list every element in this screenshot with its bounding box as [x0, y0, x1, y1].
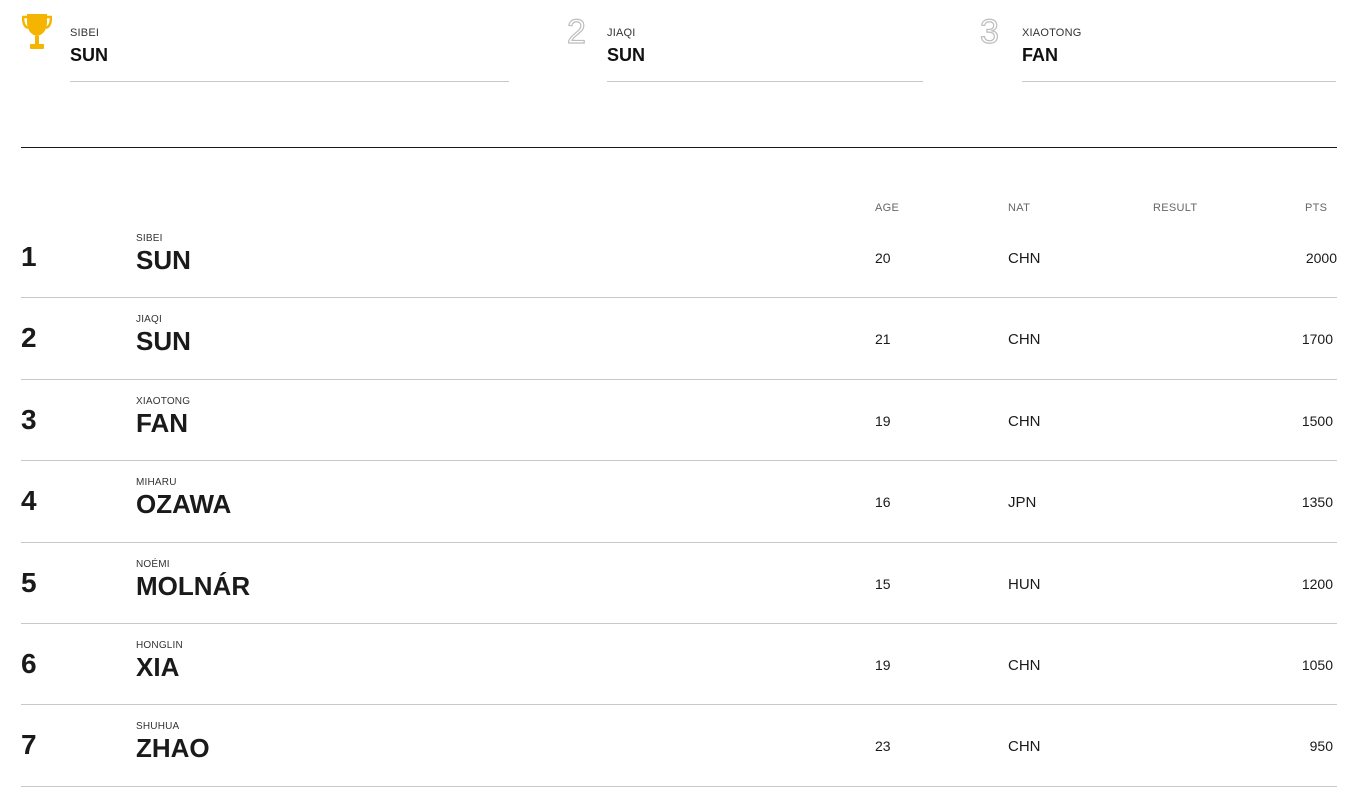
athlete-last-name: SUN	[136, 326, 191, 357]
rank: 1	[21, 241, 37, 272]
athlete-first-name: SHUHUA	[136, 721, 180, 733]
podium-athlete[interactable]: JIAQI SUN	[607, 0, 923, 82]
athlete-last-name: MOLNÁR	[136, 570, 251, 601]
podium-athlete[interactable]: SIBEI SUN	[70, 0, 509, 82]
rank: 4	[21, 485, 37, 517]
athlete-first-name: XIAOTONG	[136, 395, 191, 407]
athlete-first-name: JIAQI	[136, 314, 163, 326]
trophy-icon	[21, 12, 53, 57]
athlete-nationality: HUN	[1008, 575, 1041, 593]
podium-athlete[interactable]: XIAOTONG FAN	[1022, 0, 1336, 82]
svg-text:2: 2	[567, 13, 586, 47]
athlete-last-name: SUN	[136, 245, 191, 275]
rank: 6	[21, 647, 37, 679]
athlete-last-name: SUN	[607, 45, 646, 65]
table-row[interactable]: 2 JIAQI SUN 21 CHN 1700	[21, 298, 1337, 380]
athlete-first-name: XIAOTONG	[1022, 27, 1082, 39]
rank: 3	[21, 403, 37, 435]
athlete-age: 15	[875, 575, 891, 592]
column-header-result: RESULT	[1153, 202, 1198, 214]
rank: 7	[21, 729, 37, 761]
section-divider	[21, 147, 1337, 148]
athlete-points: 1200	[1301, 575, 1333, 592]
athlete-last-name: SUN	[70, 45, 109, 65]
athlete-age: 23	[875, 738, 891, 755]
athlete-points: 950	[1309, 738, 1333, 755]
results-page: SIBEI SUN 2 JIAQI SUN 3 XIAOTONG FAN AGE…	[0, 0, 1366, 795]
table-row[interactable]: 5 NOÉMI MOLNÁR 15 HUN 1200	[21, 543, 1337, 624]
athlete-last-name: FAN	[136, 407, 188, 438]
place-three-outline-numeral: 3	[978, 12, 1006, 52]
athlete-first-name: SIBEI	[136, 233, 163, 244]
athlete-points: 1700	[1301, 331, 1333, 348]
athlete-first-name: NOÉMI	[136, 558, 170, 570]
table-row[interactable]: 1 SIBEI SUN 20 CHN 2000	[21, 217, 1337, 299]
athlete-points: 1500	[1301, 412, 1333, 429]
athlete-age: 19	[875, 412, 891, 429]
athlete-nationality: CHN	[1008, 331, 1041, 349]
athlete-age: 16	[875, 494, 891, 511]
table-row[interactable]: 4 MIHARU OZAWA 16 JPN 1350	[21, 461, 1337, 543]
athlete-nationality: CHN	[1008, 738, 1041, 756]
athlete-points: 2000	[1305, 250, 1337, 266]
athlete-first-name: HONGLIN	[136, 639, 183, 651]
athlete-age: 21	[875, 331, 891, 348]
column-header-nat: NAT	[1008, 202, 1031, 214]
athlete-first-name: JIAQI	[607, 27, 636, 39]
athlete-age: 19	[875, 656, 891, 673]
athlete-last-name: XIA	[136, 651, 180, 682]
column-header-age: AGE	[875, 202, 900, 214]
athlete-points: 1350	[1301, 494, 1333, 511]
table-row[interactable]: 6 HONGLIN XIA 19 CHN 1050	[21, 624, 1337, 706]
results-table-header: AGE NAT RESULT PTS	[0, 202, 1366, 216]
athlete-first-name: SIBEI	[70, 27, 100, 39]
athlete-nationality: CHN	[1008, 250, 1041, 267]
athlete-nationality: CHN	[1008, 656, 1041, 674]
athlete-last-name: ZHAO	[136, 733, 210, 764]
column-header-pts: PTS	[1305, 202, 1328, 214]
svg-text:3: 3	[980, 13, 999, 47]
table-row[interactable]: 3 XIAOTONG FAN 19 CHN 1500	[21, 380, 1337, 462]
athlete-age: 20	[875, 250, 891, 266]
table-row[interactable]: 7 SHUHUA ZHAO 23 CHN 950	[21, 705, 1337, 787]
rank: 2	[21, 322, 37, 354]
athlete-first-name: MIHARU	[136, 477, 177, 489]
athlete-nationality: JPN	[1008, 494, 1037, 512]
athlete-last-name: FAN	[1022, 45, 1058, 65]
athlete-points: 1050	[1301, 656, 1333, 673]
results-table-body: 1 SIBEI SUN 20 CHN 2000 2 JIAQI SUN 21 C…	[0, 217, 1366, 787]
athlete-nationality: CHN	[1008, 412, 1041, 430]
podium: SIBEI SUN 2 JIAQI SUN 3 XIAOTONG FAN	[0, 0, 1366, 90]
place-two-outline-numeral: 2	[565, 12, 593, 52]
athlete-last-name: OZAWA	[136, 489, 232, 520]
rank: 5	[21, 566, 37, 598]
